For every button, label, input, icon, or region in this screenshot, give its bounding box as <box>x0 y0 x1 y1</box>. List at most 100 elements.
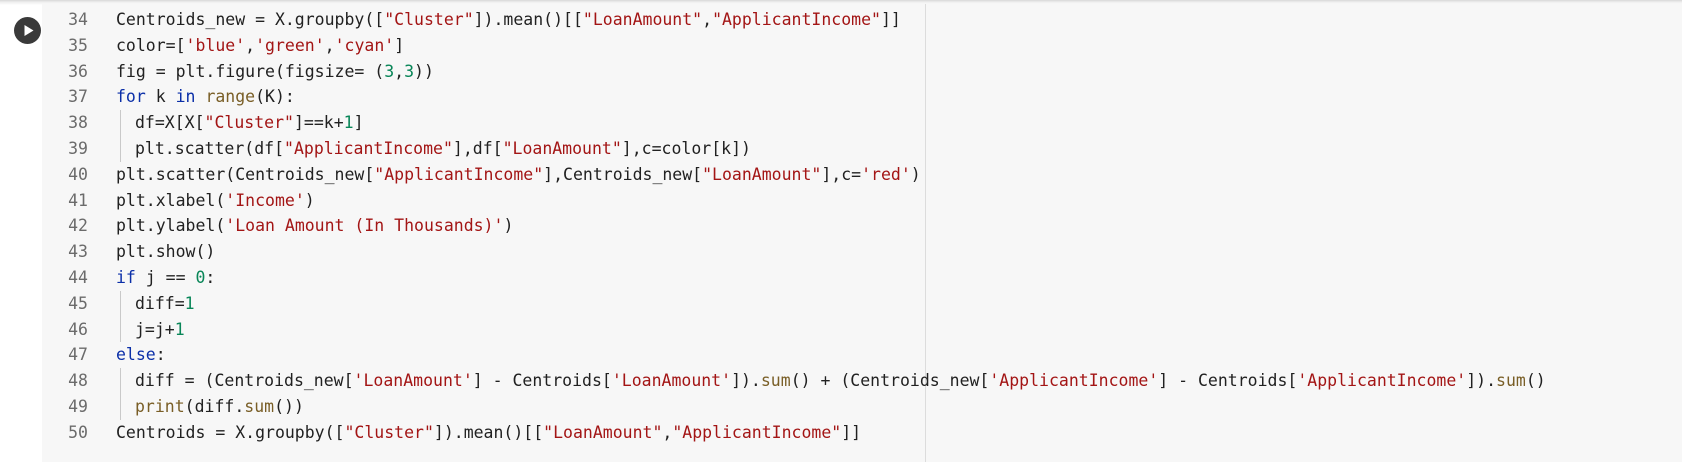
code-line[interactable]: else: <box>116 342 1676 368</box>
code-line[interactable]: fig = plt.figure(figsize= (3,3)) <box>116 59 1676 85</box>
code-token: 'red' <box>861 164 911 184</box>
code-token: print <box>135 396 185 416</box>
code-token: (diff. <box>184 396 245 416</box>
code-token: else <box>116 345 156 365</box>
indent-guide <box>120 316 121 343</box>
code-lines[interactable]: Centroids_new = X.groupby(["Cluster"]).m… <box>116 7 1676 446</box>
code-token: "LoanAmount" <box>582 10 703 29</box>
code-token: , <box>245 35 256 55</box>
code-line[interactable]: color=['blue','green','cyan'] <box>116 33 1676 59</box>
code-line[interactable]: plt.xlabel('Income') <box>116 188 1676 214</box>
code-token: Centroids = X.groupby([ <box>116 422 345 442</box>
code-line[interactable]: plt.ylabel('Loan Amount (In Thousands)') <box>116 213 1676 239</box>
code-token: ()) <box>274 396 304 416</box>
code-token: "ApplicantIncome" <box>284 138 453 158</box>
code-token: plt.ylabel( <box>116 216 226 236</box>
line-number: 49 <box>68 396 88 416</box>
code-token: "ApplicantIncome" <box>374 164 544 184</box>
code-token: 3 <box>404 61 415 81</box>
code-token: ]] <box>880 10 901 29</box>
code-token: ) <box>910 164 921 184</box>
code-line[interactable]: plt.scatter(Centroids_new["ApplicantInco… <box>116 162 1676 188</box>
code-line[interactable]: df=X[X["Cluster"]==k+1] <box>116 110 1676 136</box>
code-token: 'Income' <box>225 190 305 210</box>
code-token: 'ApplicantIncome' <box>1297 371 1467 391</box>
line-number: 35 <box>68 35 88 55</box>
code-token: ]). <box>1466 371 1497 391</box>
code-token: 'blue' <box>185 35 246 55</box>
line-number: 42 <box>68 216 88 236</box>
code-line[interactable]: for k in range(K): <box>116 84 1676 110</box>
code-token: , <box>324 35 335 55</box>
code-token: diff = (Centroids_new[ <box>135 371 354 391</box>
code-token: ) <box>503 216 514 236</box>
code-token: ]==k+ <box>293 113 344 133</box>
code-line[interactable]: diff=1 <box>116 290 1676 317</box>
code-token: ] - Centroids[ <box>1158 371 1298 391</box>
line-number: 39 <box>68 138 88 158</box>
code-token: ],Centroids_new[ <box>543 164 703 184</box>
code-token: range <box>205 87 256 107</box>
code-token: ],c=color[k]) <box>621 138 751 158</box>
code-token: ] <box>353 113 364 133</box>
code-token: () + (Centroids_new[ <box>790 371 990 391</box>
line-number: 40 <box>68 164 88 184</box>
line-number: 37 <box>68 87 88 107</box>
code-line[interactable]: if j == 0: <box>116 265 1676 291</box>
code-token: , <box>702 10 713 29</box>
code-line[interactable]: j=j+1 <box>116 316 1676 343</box>
code-token: fig = plt.figure(figsize= ( <box>116 61 385 81</box>
code-token: "LoanAmount" <box>502 138 622 158</box>
code-line[interactable]: Centroids_new = X.groupby(["Cluster"]).m… <box>116 7 1676 33</box>
code-token: k <box>145 87 176 107</box>
code-line[interactable]: print(diff.sum()) <box>116 393 1676 420</box>
line-number: 38 <box>68 113 88 133</box>
code-token: df=X[X[ <box>135 113 205 133</box>
indent-guide <box>120 135 121 162</box>
code-line[interactable]: plt.scatter(df["ApplicantIncome"],df["Lo… <box>116 135 1676 162</box>
code-token: ]). <box>731 371 761 391</box>
line-number: 46 <box>68 319 88 339</box>
code-token: ) <box>304 190 315 210</box>
code-token: "ApplicantIncome" <box>672 422 842 442</box>
code-token: plt.show() <box>116 242 216 262</box>
code-token: () <box>1525 371 1546 391</box>
play-icon <box>24 25 34 36</box>
code-token: sum <box>1496 371 1526 391</box>
code-line[interactable]: diff = (Centroids_new['LoanAmount'] - Ce… <box>116 368 1676 394</box>
code-token: ]] <box>841 422 862 442</box>
code-token: "LoanAmount" <box>702 164 822 184</box>
code-line[interactable]: Centroids = X.groupby(["Cluster"]).mean(… <box>116 420 1676 446</box>
code-token: )) <box>414 61 434 81</box>
code-token: Centroids_new = X.groupby([ <box>116 10 385 29</box>
code-token: 1 <box>184 293 195 313</box>
code-token: ],df[ <box>452 138 503 158</box>
line-number: 44 <box>68 267 88 287</box>
code-token: (K): <box>255 87 295 107</box>
indent-guide <box>120 110 121 136</box>
run-cell-button[interactable] <box>14 17 41 44</box>
code-token: plt.scatter(df[ <box>135 138 285 158</box>
code-token: 1 <box>343 113 354 133</box>
line-number: 43 <box>68 242 88 262</box>
indent-guide <box>120 368 121 394</box>
code-token: 'Loan Amount (In Thousands)' <box>225 216 504 236</box>
code-token: 'ApplicantIncome' <box>989 371 1159 391</box>
code-cell: 34 35 36 37 38 39 40 41 42 43 44 45 46 47 48 49 50 Centr… <box>0 0 1682 462</box>
code-line[interactable]: plt.show() <box>116 239 1676 265</box>
code-token: j=j+ <box>135 319 175 339</box>
code-token: : <box>155 345 166 365</box>
code-token: ] - Centroids[ <box>472 371 612 391</box>
code-token: if <box>116 267 136 287</box>
line-number: 36 <box>68 61 88 81</box>
code-token: "ApplicantIncome" <box>712 10 881 29</box>
code-token: "LoanAmount" <box>543 422 663 442</box>
code-token: plt.scatter(Centroids_new[ <box>116 164 375 184</box>
code-token: plt.xlabel( <box>116 190 226 210</box>
code-token: 0 <box>195 267 206 287</box>
code-token: "Cluster" <box>204 113 294 133</box>
code-token: , <box>662 422 673 442</box>
code-token: j == <box>135 267 196 287</box>
line-number: 50 <box>68 422 88 442</box>
code-token: ],c= <box>821 164 862 184</box>
